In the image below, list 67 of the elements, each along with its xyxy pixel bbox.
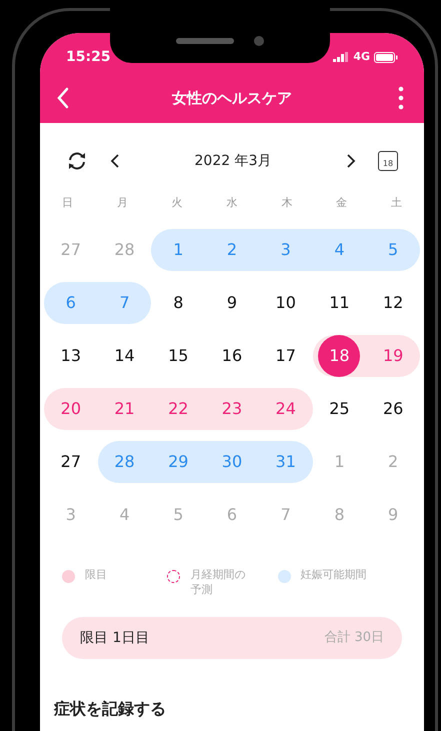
section-title: 症状を記録する [52, 698, 167, 720]
calendar-day[interactable]: 29 [157, 440, 200, 482]
header-title: 女性のヘルスケア [172, 88, 292, 109]
refresh-button[interactable] [66, 151, 88, 171]
weekday-label: 日 [60, 194, 74, 211]
calendar-day[interactable]: 27 [50, 228, 92, 270]
legend-label: 月経期間の予測 [190, 567, 246, 597]
calendar-day[interactable]: 26 [372, 388, 414, 430]
calendar-day[interactable]: 3 [50, 494, 92, 536]
calendar-day[interactable]: 18 [318, 334, 360, 376]
calendar-day[interactable]: 7 [104, 282, 146, 324]
calendar-day[interactable]: 9 [372, 494, 414, 536]
calendar-day[interactable]: 13 [50, 334, 92, 376]
weekday-label: 金 [335, 194, 348, 211]
more-vertical-icon [398, 86, 404, 110]
calendar-day[interactable]: 19 [372, 334, 414, 376]
calendar-day[interactable]: 6 [50, 282, 92, 324]
network-label: 4G [353, 48, 370, 65]
weekday-label: 水 [225, 194, 238, 211]
signal-icon [333, 52, 350, 62]
calendar-day[interactable]: 25 [318, 388, 360, 430]
calendar-day[interactable]: 2 [210, 228, 253, 270]
calendar-day[interactable]: 31 [264, 440, 307, 482]
calendar-day[interactable]: 11 [318, 282, 360, 324]
calendar-day[interactable]: 21 [104, 388, 146, 430]
calendar-day[interactable]: 28 [104, 228, 146, 270]
legend-label: 限目 [85, 567, 107, 582]
period-day-label: 限目 1日目 [80, 628, 150, 648]
previous-month-button[interactable] [110, 153, 120, 169]
calendar-day[interactable]: 5 [372, 228, 414, 270]
calendar-day[interactable]: 5 [157, 494, 200, 536]
calendar-day[interactable]: 6 [210, 494, 253, 536]
speaker-grille [176, 38, 234, 44]
calendar-day[interactable]: 24 [264, 388, 307, 430]
calendar-day[interactable]: 12 [372, 282, 414, 324]
calendar-day[interactable]: 4 [104, 494, 146, 536]
calendar-day[interactable]: 1 [157, 228, 200, 270]
calendar-day[interactable]: 17 [264, 334, 307, 376]
calendar-day[interactable]: 30 [210, 440, 253, 482]
calendar-day[interactable]: 1 [318, 440, 360, 482]
status-time: 15:25 [66, 48, 111, 66]
calendar-day[interactable]: 15 [157, 334, 200, 376]
battery-icon [374, 52, 398, 62]
weekday-label: 火 [170, 194, 184, 211]
calendar-day[interactable]: 8 [157, 282, 200, 324]
cycle-total-label: 合計 30日 [324, 629, 384, 648]
next-month-button[interactable] [346, 153, 356, 169]
calendar-day[interactable]: 22 [157, 388, 200, 430]
calendar-day[interactable]: 23 [210, 388, 253, 430]
calendar-day[interactable]: 16 [210, 334, 253, 376]
calendar-day[interactable]: 8 [318, 494, 360, 536]
calendar-day[interactable]: 4 [318, 228, 360, 270]
calendar-day[interactable]: 10 [264, 282, 307, 324]
calendar-day[interactable]: 2 [372, 440, 414, 482]
calendar-day[interactable]: 7 [264, 494, 307, 536]
calendar-day[interactable]: 3 [264, 228, 307, 270]
weekday-label: 土 [390, 194, 404, 211]
calendar-day[interactable]: 9 [210, 282, 253, 324]
weekday-label: 月 [116, 194, 129, 211]
calendar-day[interactable]: 20 [50, 388, 92, 430]
calendar-day[interactable]: 27 [50, 440, 92, 482]
calendar-today-button[interactable]: 18 [378, 151, 398, 171]
legend-label: 妊娠可能期間 [300, 567, 366, 582]
calendar-day[interactable]: 28 [104, 440, 146, 482]
month-label: 2022 年3月 [194, 152, 272, 170]
calendar-day[interactable]: 14 [104, 334, 146, 376]
weekday-label: 木 [280, 194, 294, 211]
